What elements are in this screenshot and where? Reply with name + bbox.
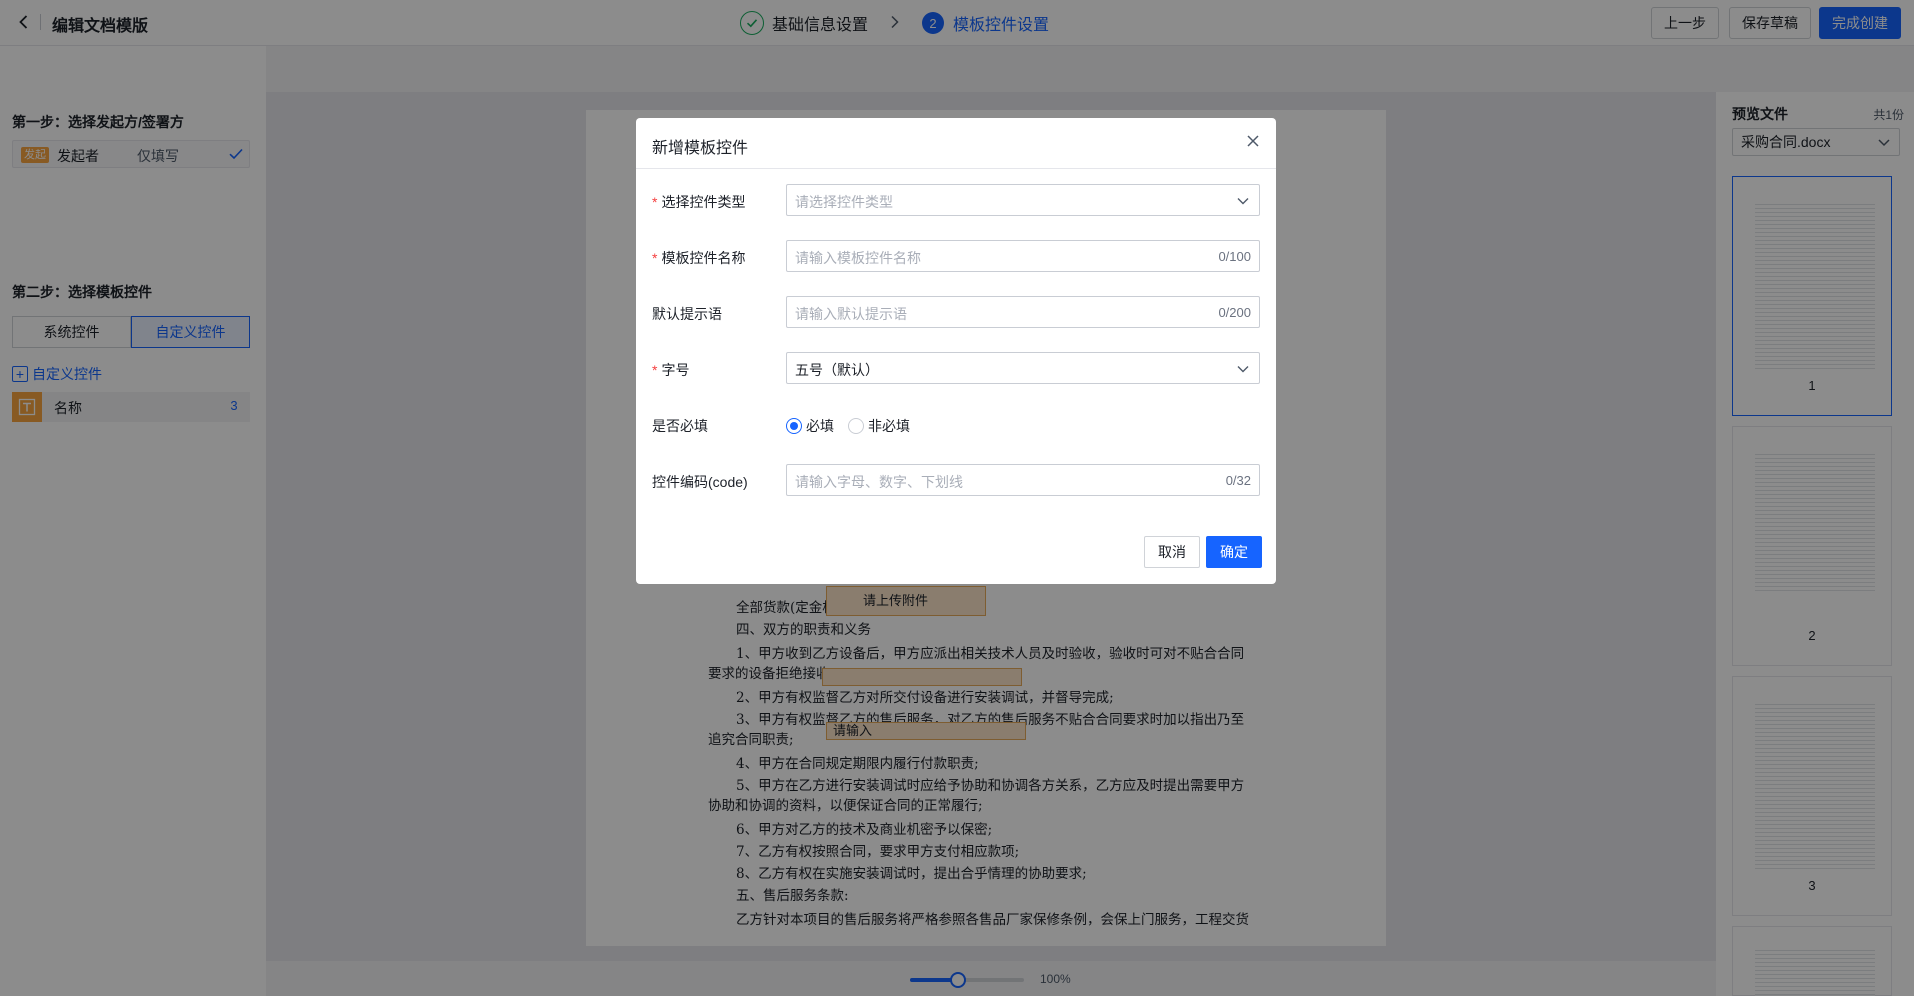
required-mark: * xyxy=(652,250,658,266)
char-counter: 0/32 xyxy=(1225,473,1251,488)
select-placeholder: 请选择控件类型 xyxy=(795,194,893,210)
radio-label: 非必填 xyxy=(868,418,910,434)
modal-divider xyxy=(636,168,1276,169)
control-code-label: 控件编码(code) xyxy=(652,474,748,490)
radio-unchecked-icon xyxy=(848,418,864,434)
input-placeholder: 请输入字母、数字、下划线 xyxy=(795,474,963,490)
input-placeholder: 请输入模板控件名称 xyxy=(795,250,921,266)
modal-title: 新增模板控件 xyxy=(652,140,749,157)
required-label: 是否必填 xyxy=(652,418,708,434)
default-hint-input[interactable]: 请输入默认提示语 0/200 xyxy=(786,296,1260,328)
required-mark: * xyxy=(652,362,658,378)
add-control-modal: 新增模板控件 * 选择控件类型 请选择控件类型 * 模板控件名称 请输入模板控件名称… xyxy=(636,118,1276,584)
chevron-down-icon xyxy=(1235,361,1251,377)
char-counter: 0/100 xyxy=(1218,249,1251,264)
confirm-button[interactable]: 确定 xyxy=(1206,536,1262,568)
radio-checked-icon xyxy=(786,418,802,434)
control-type-label: * 选择控件类型 xyxy=(652,192,745,212)
control-name-label: * 模板控件名称 xyxy=(652,248,745,268)
default-hint-label: 默认提示语 xyxy=(652,306,722,322)
close-icon[interactable] xyxy=(1244,132,1262,150)
input-placeholder: 请输入默认提示语 xyxy=(795,306,907,322)
radio-label: 必填 xyxy=(806,418,834,434)
cancel-button[interactable]: 取消 xyxy=(1144,536,1200,568)
required-mark: * xyxy=(652,194,658,210)
select-value: 五号（默认） xyxy=(795,362,879,378)
control-name-input[interactable]: 请输入模板控件名称 0/100 xyxy=(786,240,1260,272)
chevron-down-icon xyxy=(1235,193,1251,209)
font-size-select[interactable]: 五号（默认） xyxy=(786,352,1260,384)
required-radio-group: 必填 非必填 xyxy=(786,416,924,436)
radio-required[interactable]: 必填 xyxy=(786,416,834,436)
font-size-label: * 字号 xyxy=(652,360,689,380)
label-text: 选择控件类型 xyxy=(661,194,746,210)
control-type-select[interactable]: 请选择控件类型 xyxy=(786,184,1260,216)
label-text: 字号 xyxy=(661,362,690,378)
control-code-input[interactable]: 请输入字母、数字、下划线 0/32 xyxy=(786,464,1260,496)
radio-optional[interactable]: 非必填 xyxy=(848,416,910,436)
char-counter: 0/200 xyxy=(1218,305,1251,320)
label-text: 模板控件名称 xyxy=(661,250,746,266)
